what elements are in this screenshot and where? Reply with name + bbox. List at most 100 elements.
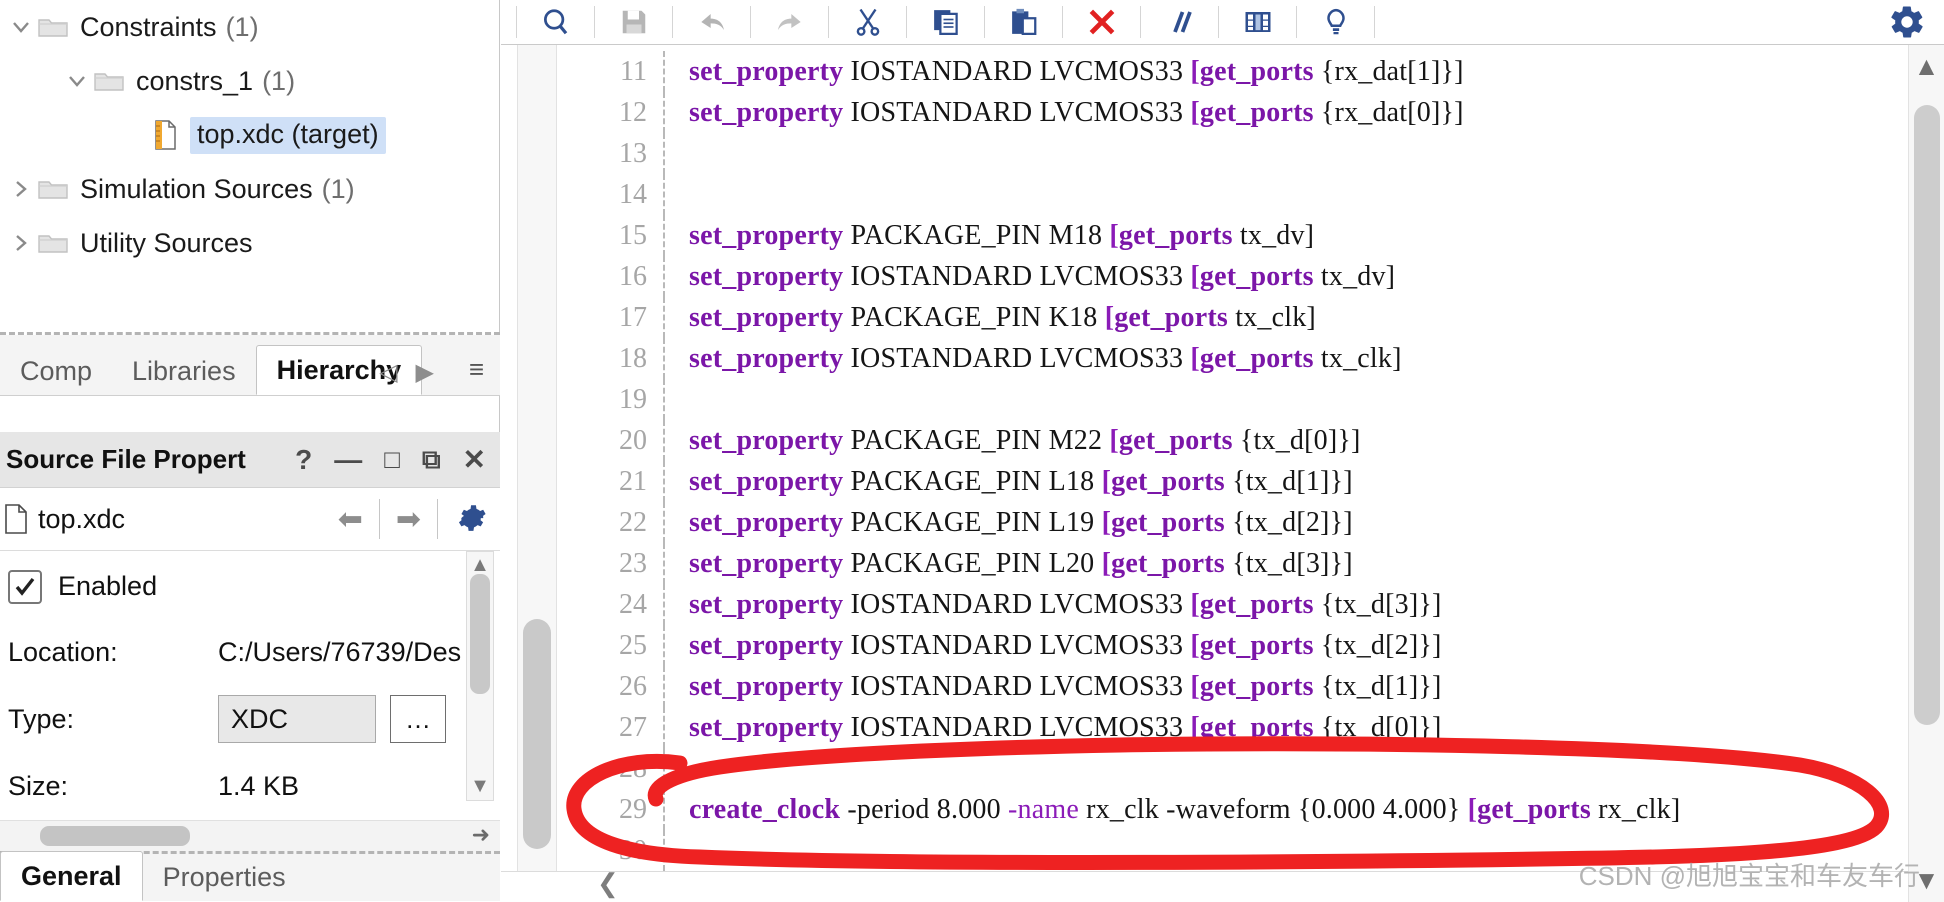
folder-icon — [36, 231, 70, 255]
code-token: tx_dv] — [1320, 260, 1396, 292]
properties-nav-buttons[interactable]: ⬅ ➡ — [338, 499, 500, 539]
editor-hscroll-left-arrow[interactable]: ❮ — [597, 868, 619, 899]
editor-scroll-thumb[interactable] — [1914, 105, 1940, 725]
tab-scroll-arrows[interactable]: ◁ ▶ — [379, 358, 434, 387]
minimize-button[interactable]: — — [334, 444, 362, 476]
editor-vertical-scrollbar[interactable]: ▲ ▼ — [1908, 45, 1944, 902]
toolbar-settings-button[interactable] — [1888, 0, 1926, 44]
props-hscroll-thumb[interactable] — [40, 826, 190, 846]
editor-scroll-up-arrow[interactable]: ▲ — [1909, 51, 1944, 82]
tree-item-label-wrap: constrs_1 — [136, 66, 253, 97]
code-text[interactable]: set_property IOSTANDARD LVCMOS33 [get_po… — [689, 56, 1464, 88]
code-text[interactable]: create_clock -period 8.000 -name rx_clk … — [689, 794, 1680, 826]
tree-item-constrs-1[interactable]: constrs_1 (1) — [0, 54, 499, 108]
code-line[interactable]: 11 set_property IOSTANDARD LVCMOS33 [get_… — [575, 51, 1908, 92]
toolbar-left-pad — [501, 0, 517, 44]
code-editor[interactable]: 11 set_property IOSTANDARD LVCMOS33 [get_… — [501, 45, 1944, 902]
code-line[interactable]: 25 set_property IOSTANDARD LVCMOS33 [get_… — [575, 625, 1908, 666]
chevron-down-icon[interactable] — [6, 16, 36, 38]
code-text[interactable]: set_property PACKAGE_PIN K18 [get_ports … — [689, 302, 1316, 334]
copy-icon[interactable] — [907, 0, 985, 44]
back-arrow-icon[interactable]: ⬅ — [338, 502, 363, 537]
code-line[interactable]: 12 set_property IOSTANDARD LVCMOS33 [get_… — [575, 92, 1908, 133]
code-line[interactable]: 17 set_property PACKAGE_PIN K18 [get_port… — [575, 297, 1908, 338]
editor-toolbar[interactable] — [501, 0, 1944, 45]
code-line[interactable]: 15 set_property PACKAGE_PIN M18 [get_port… — [575, 215, 1908, 256]
code-line[interactable]: 21 set_property PACKAGE_PIN L18 [get_port… — [575, 461, 1908, 502]
tree-item-constraints[interactable]: Constraints (1) — [0, 0, 499, 54]
help-button[interactable]: ? — [295, 444, 312, 476]
properties-window-buttons[interactable]: ? — □ ⧉ ✕ — [295, 443, 500, 476]
forward-arrow-icon[interactable]: ➡ — [396, 502, 421, 537]
close-button[interactable]: ✕ — [463, 443, 486, 476]
find-icon[interactable] — [517, 0, 595, 44]
indent-guide — [663, 174, 665, 215]
tab-comp[interactable]: Comp — [0, 347, 112, 395]
code-lines[interactable]: 11 set_property IOSTANDARD LVCMOS33 [get_… — [575, 45, 1908, 871]
delete-icon[interactable] — [1063, 0, 1141, 44]
code-line[interactable]: 23 set_property PACKAGE_PIN L20 [get_port… — [575, 543, 1908, 584]
code-text[interactable]: set_property PACKAGE_PIN L20 [get_ports … — [689, 548, 1353, 580]
type-browse-button[interactable]: … — [390, 695, 446, 743]
code-text[interactable]: set_property PACKAGE_PIN M18 [get_ports … — [689, 220, 1314, 252]
enabled-checkbox[interactable] — [8, 570, 42, 604]
tree-item-top-xdc-target[interactable]: top.xdc (target) — [0, 108, 499, 162]
tab-prev-arrow[interactable]: ◁ — [379, 358, 397, 387]
code-text[interactable]: set_property IOSTANDARD LVCMOS33 [get_po… — [689, 671, 1442, 703]
code-line[interactable]: 14 — [575, 174, 1908, 215]
paste-icon[interactable] — [985, 0, 1063, 44]
code-line[interactable]: 28 — [575, 748, 1908, 789]
properties-bottom-tabs[interactable]: General Properties — [0, 851, 500, 901]
sources-tab-strip[interactable]: Comp Libraries Hierarchy ◁ ▶ ≡ — [0, 335, 500, 396]
comment-icon[interactable] — [1141, 0, 1219, 44]
props-scroll-down-arrow[interactable]: ▼ — [467, 775, 493, 798]
tree-item-simulation-sources[interactable]: Simulation Sources (1) — [0, 162, 499, 216]
code-line[interactable]: 22 set_property PACKAGE_PIN L19 [get_port… — [575, 502, 1908, 543]
code-text-area[interactable]: 11 set_property IOSTANDARD LVCMOS33 [get_… — [501, 45, 1908, 902]
chevron-right-icon[interactable] — [6, 178, 36, 200]
chevron-down-icon[interactable] — [62, 70, 92, 92]
bottom-tab-general[interactable]: General — [0, 851, 143, 901]
code-text[interactable]: set_property IOSTANDARD LVCMOS33 [get_po… — [689, 589, 1442, 621]
code-line[interactable]: 18 set_property IOSTANDARD LVCMOS33 [get_… — [575, 338, 1908, 379]
properties-gear-icon[interactable] — [454, 502, 488, 536]
code-text[interactable]: set_property IOSTANDARD LVCMOS33 [get_po… — [689, 97, 1464, 129]
tab-next-arrow[interactable]: ▶ — [416, 358, 434, 387]
line-number: 14 — [619, 178, 647, 210]
chevron-right-icon[interactable] — [6, 232, 36, 254]
code-text[interactable]: set_property IOSTANDARD LVCMOS33 [get_po… — [689, 343, 1402, 375]
bulb-icon[interactable] — [1297, 0, 1375, 44]
type-value-field[interactable]: XDC — [218, 695, 376, 743]
save-icon[interactable] — [595, 0, 673, 44]
enabled-row[interactable]: Enabled — [0, 551, 500, 621]
code-line[interactable]: 20 set_property PACKAGE_PIN M22 [get_port… — [575, 420, 1908, 461]
properties-horizontal-scrollbar[interactable]: ➜ — [0, 820, 500, 851]
code-line[interactable]: 24 set_property IOSTANDARD LVCMOS33 [get_… — [575, 584, 1908, 625]
columns-icon[interactable] — [1219, 0, 1297, 44]
code-text[interactable]: set_property PACKAGE_PIN L18 [get_ports … — [689, 466, 1353, 498]
code-text[interactable]: set_property IOSTANDARD LVCMOS33 [get_po… — [689, 712, 1442, 744]
sources-tree[interactable]: Constraints (1) constrs_1 (1) top.xdc (targe… — [0, 0, 499, 270]
code-line[interactable]: 19 — [575, 379, 1908, 420]
properties-vertical-scrollbar[interactable]: ▲ ▼ — [466, 551, 494, 801]
code-line[interactable]: 26 set_property IOSTANDARD LVCMOS33 [get_… — [575, 666, 1908, 707]
code-text[interactable]: set_property IOSTANDARD LVCMOS33 [get_po… — [689, 261, 1395, 293]
float-button[interactable]: ⧉ — [422, 444, 441, 476]
code-line[interactable]: 13 — [575, 133, 1908, 174]
code-line[interactable]: 27 set_property IOSTANDARD LVCMOS33 [get_… — [575, 707, 1908, 748]
undo-icon[interactable] — [673, 0, 751, 44]
redo-icon[interactable] — [751, 0, 829, 44]
code-text[interactable]: set_property IOSTANDARD LVCMOS33 [get_po… — [689, 630, 1442, 662]
code-line[interactable]: 16 set_property IOSTANDARD LVCMOS33 [get_… — [575, 256, 1908, 297]
cut-icon[interactable] — [829, 0, 907, 44]
tree-item-utility-sources[interactable]: Utility Sources — [0, 216, 499, 270]
code-text[interactable]: set_property PACKAGE_PIN M22 [get_ports … — [689, 425, 1361, 457]
bottom-tab-properties[interactable]: Properties — [143, 853, 306, 901]
props-hscroll-right-arrow[interactable]: ➜ — [472, 822, 490, 848]
tab-libraries[interactable]: Libraries — [112, 347, 256, 395]
tab-menu-icon[interactable]: ≡ — [469, 354, 484, 385]
maximize-button[interactable]: □ — [384, 444, 400, 475]
code-text[interactable]: set_property PACKAGE_PIN L19 [get_ports … — [689, 507, 1353, 539]
props-scroll-thumb[interactable] — [470, 574, 490, 694]
code-line[interactable]: 29 create_clock -period 8.000 -name rx_cl… — [575, 789, 1908, 830]
